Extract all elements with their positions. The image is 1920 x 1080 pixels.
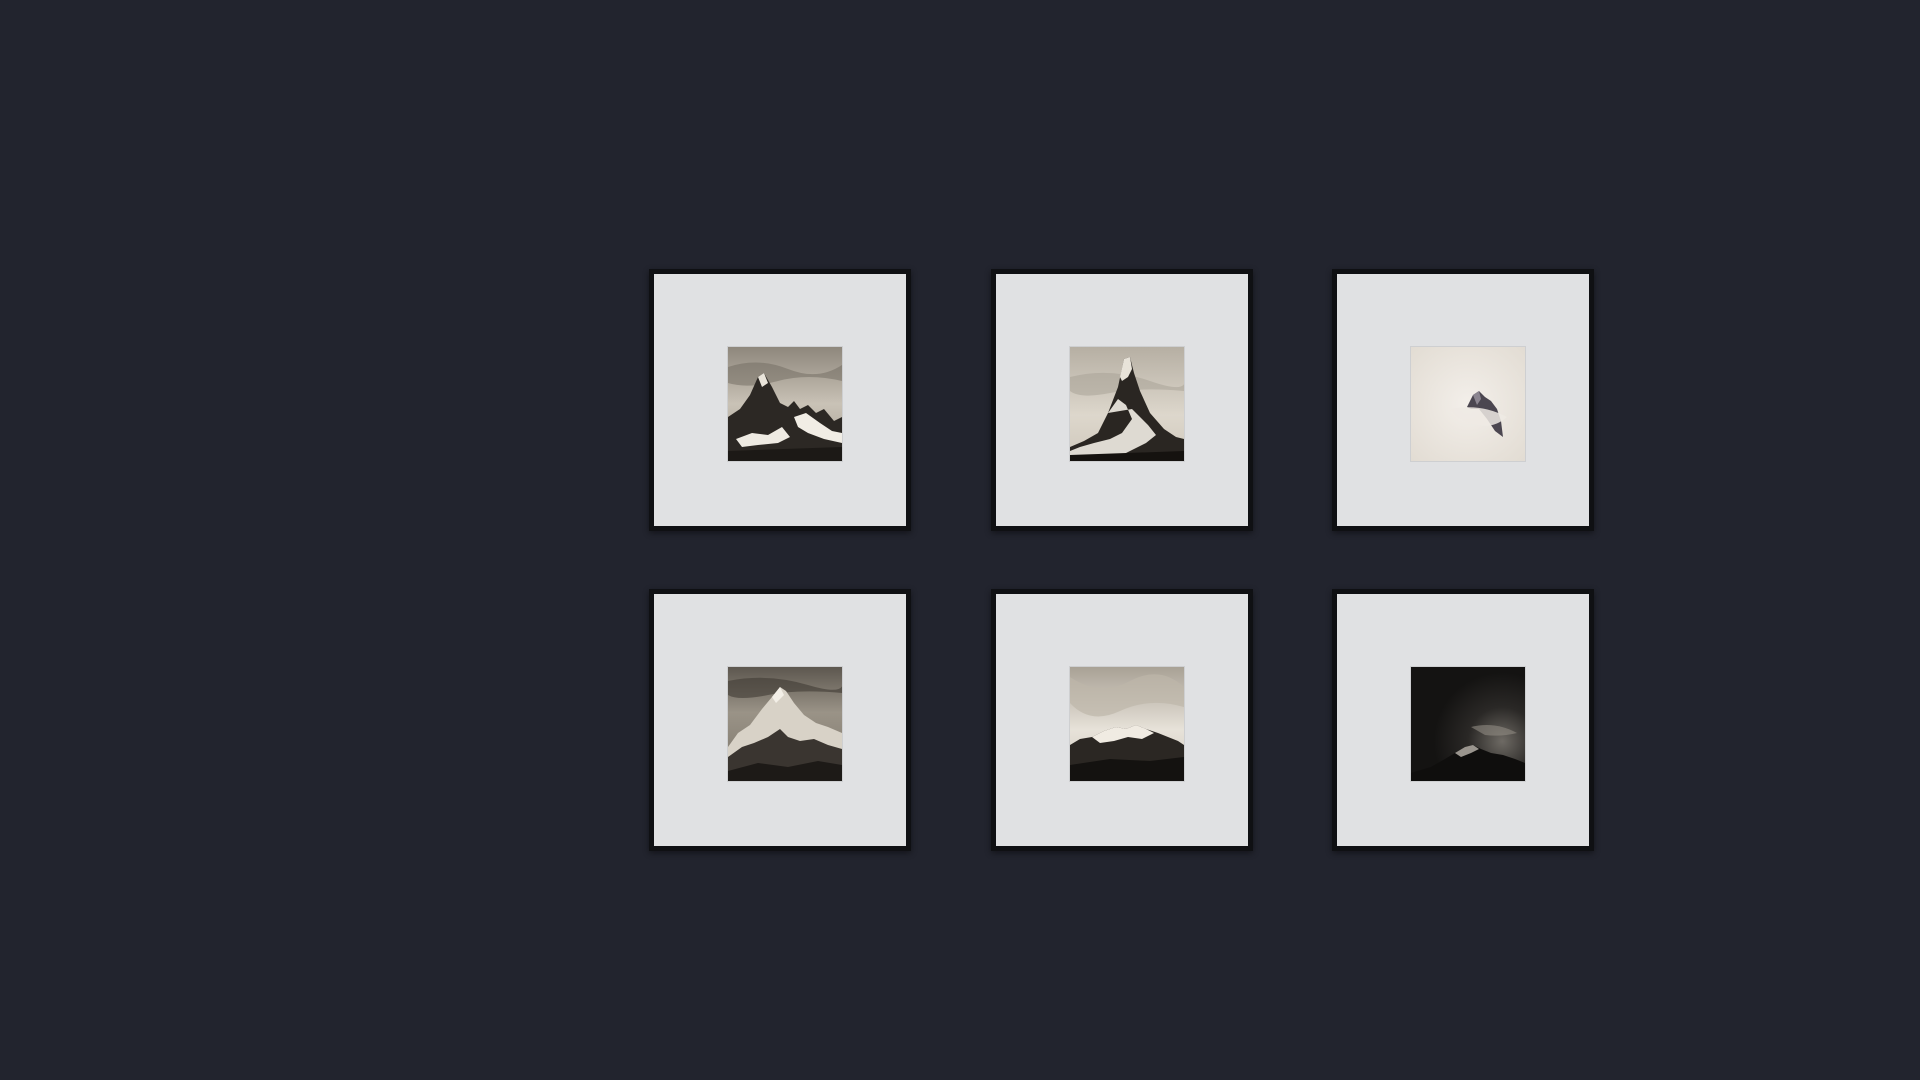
picture-frame-2[interactable]	[991, 269, 1253, 531]
jagged-peak-with-glaciers-photo	[728, 347, 842, 461]
peak-in-mist-photo	[1411, 347, 1525, 461]
picture-frame-3[interactable]	[1332, 269, 1594, 531]
gallery-wall	[0, 0, 1920, 1080]
picture-frame-4[interactable]	[649, 589, 911, 851]
snow-capped-massif-under-clouds-photo	[1070, 667, 1184, 781]
snowy-summit-ridge-photo	[728, 667, 842, 781]
picture-frame-6[interactable]	[1332, 589, 1594, 851]
pyramidal-peak-matterhorn-photo	[1070, 347, 1184, 461]
dark-sky-mountain-photo	[1411, 667, 1525, 781]
picture-frame-1[interactable]	[649, 269, 911, 531]
picture-frame-5[interactable]	[991, 589, 1253, 851]
